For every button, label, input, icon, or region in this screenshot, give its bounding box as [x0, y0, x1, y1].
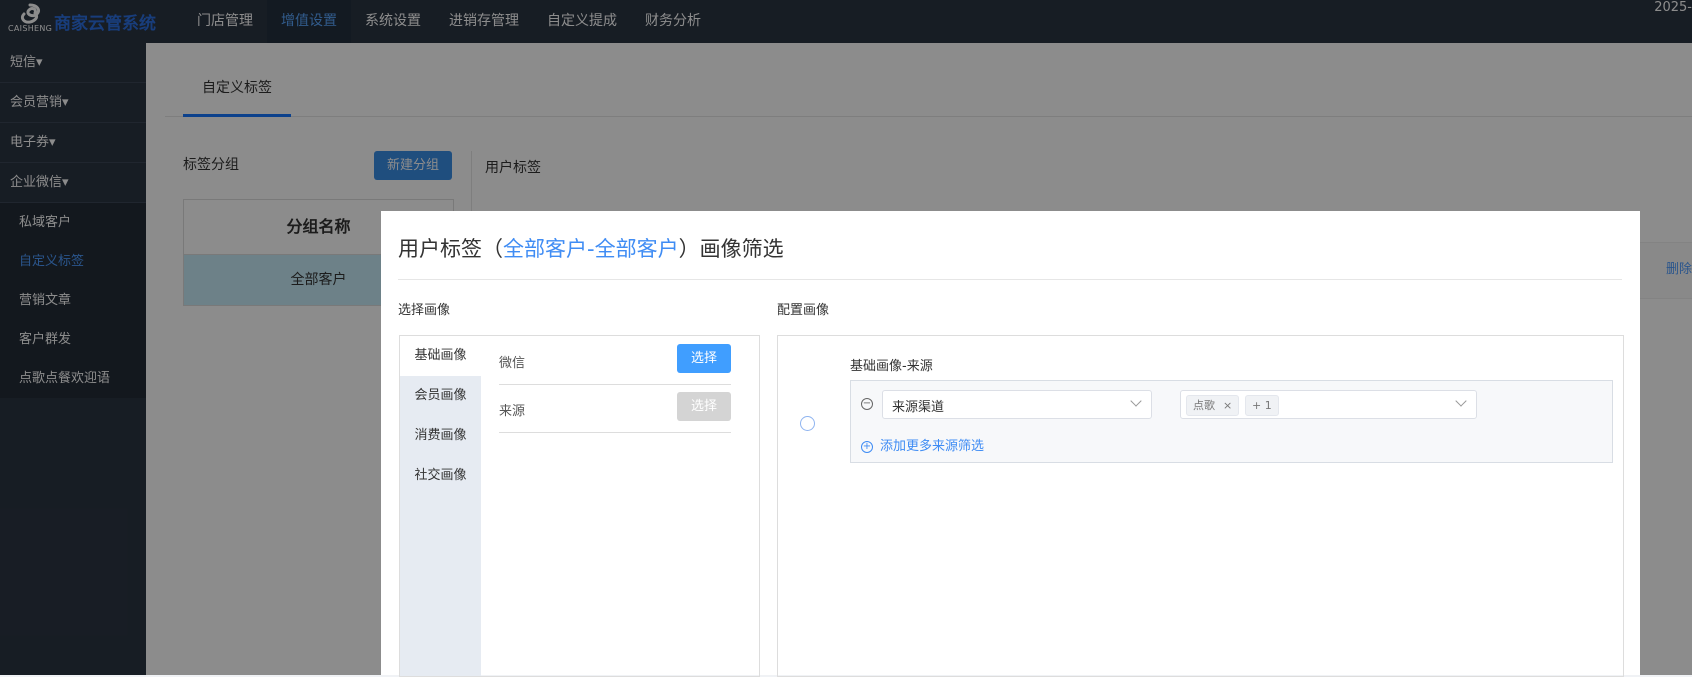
- category-list: 基础画像 会员画像 消费画像 社交画像: [400, 336, 481, 676]
- source-field-select[interactable]: 来源渠道: [882, 390, 1152, 419]
- add-more-label: 添加更多来源筛选: [880, 439, 985, 454]
- remove-condition-icon[interactable]: −: [861, 398, 873, 410]
- category-member[interactable]: 会员画像: [400, 376, 481, 416]
- source-value-select[interactable]: 点歌 × + 1: [1180, 390, 1477, 419]
- chevron-down-icon: [1130, 395, 1142, 407]
- category-social[interactable]: 社交画像: [400, 456, 481, 496]
- category-consumption[interactable]: 消费画像: [400, 416, 481, 456]
- select-button-wechat[interactable]: 选择: [677, 344, 731, 373]
- modal-title: 用户标签（全部客户-全部客户）画像筛选: [398, 233, 784, 263]
- condition-box: − 来源渠道 点歌 × + 1 + 添加更多来源筛选: [850, 380, 1613, 463]
- selected-tag: 点歌 ×: [1186, 395, 1240, 416]
- option-label: 来源: [499, 404, 526, 419]
- config-title: 基础画像-来源: [850, 359, 933, 374]
- portrait-selector: 基础画像 会员画像 消费画像 社交画像 微信 选择 来源 选择: [399, 335, 760, 677]
- modal-title-highlight: 全部客户-全部客户: [503, 237, 679, 261]
- tag-label: 点歌: [1193, 399, 1215, 412]
- portrait-config: 基础画像-来源 − 来源渠道 点歌 × + 1 + 添加更多来源筛选: [777, 335, 1624, 677]
- chevron-down-icon: [1455, 395, 1467, 407]
- modal-title-prefix: 用户标签（: [398, 237, 503, 261]
- condition-radio[interactable]: [800, 416, 815, 431]
- option-row-source: 来源 选择: [499, 384, 731, 433]
- select-value: 来源渠道: [892, 400, 945, 415]
- config-portrait-label: 配置画像: [777, 303, 830, 318]
- option-label: 微信: [499, 356, 526, 371]
- modal-divider: [398, 279, 1622, 280]
- close-icon[interactable]: ×: [1223, 399, 1232, 412]
- modal-title-suffix: ）画像筛选: [678, 237, 784, 261]
- option-row-wechat: 微信 选择: [499, 336, 731, 385]
- add-more-source-filter[interactable]: + 添加更多来源筛选: [861, 435, 984, 454]
- select-button-source: 选择: [677, 392, 731, 421]
- more-tags-badge: + 1: [1245, 395, 1279, 416]
- filter-modal: 用户标签（全部客户-全部客户）画像筛选 选择画像 配置画像 基础画像 会员画像 …: [381, 211, 1640, 677]
- select-portrait-label: 选择画像: [398, 303, 451, 318]
- category-basic[interactable]: 基础画像: [400, 336, 481, 376]
- plus-icon: +: [861, 441, 873, 453]
